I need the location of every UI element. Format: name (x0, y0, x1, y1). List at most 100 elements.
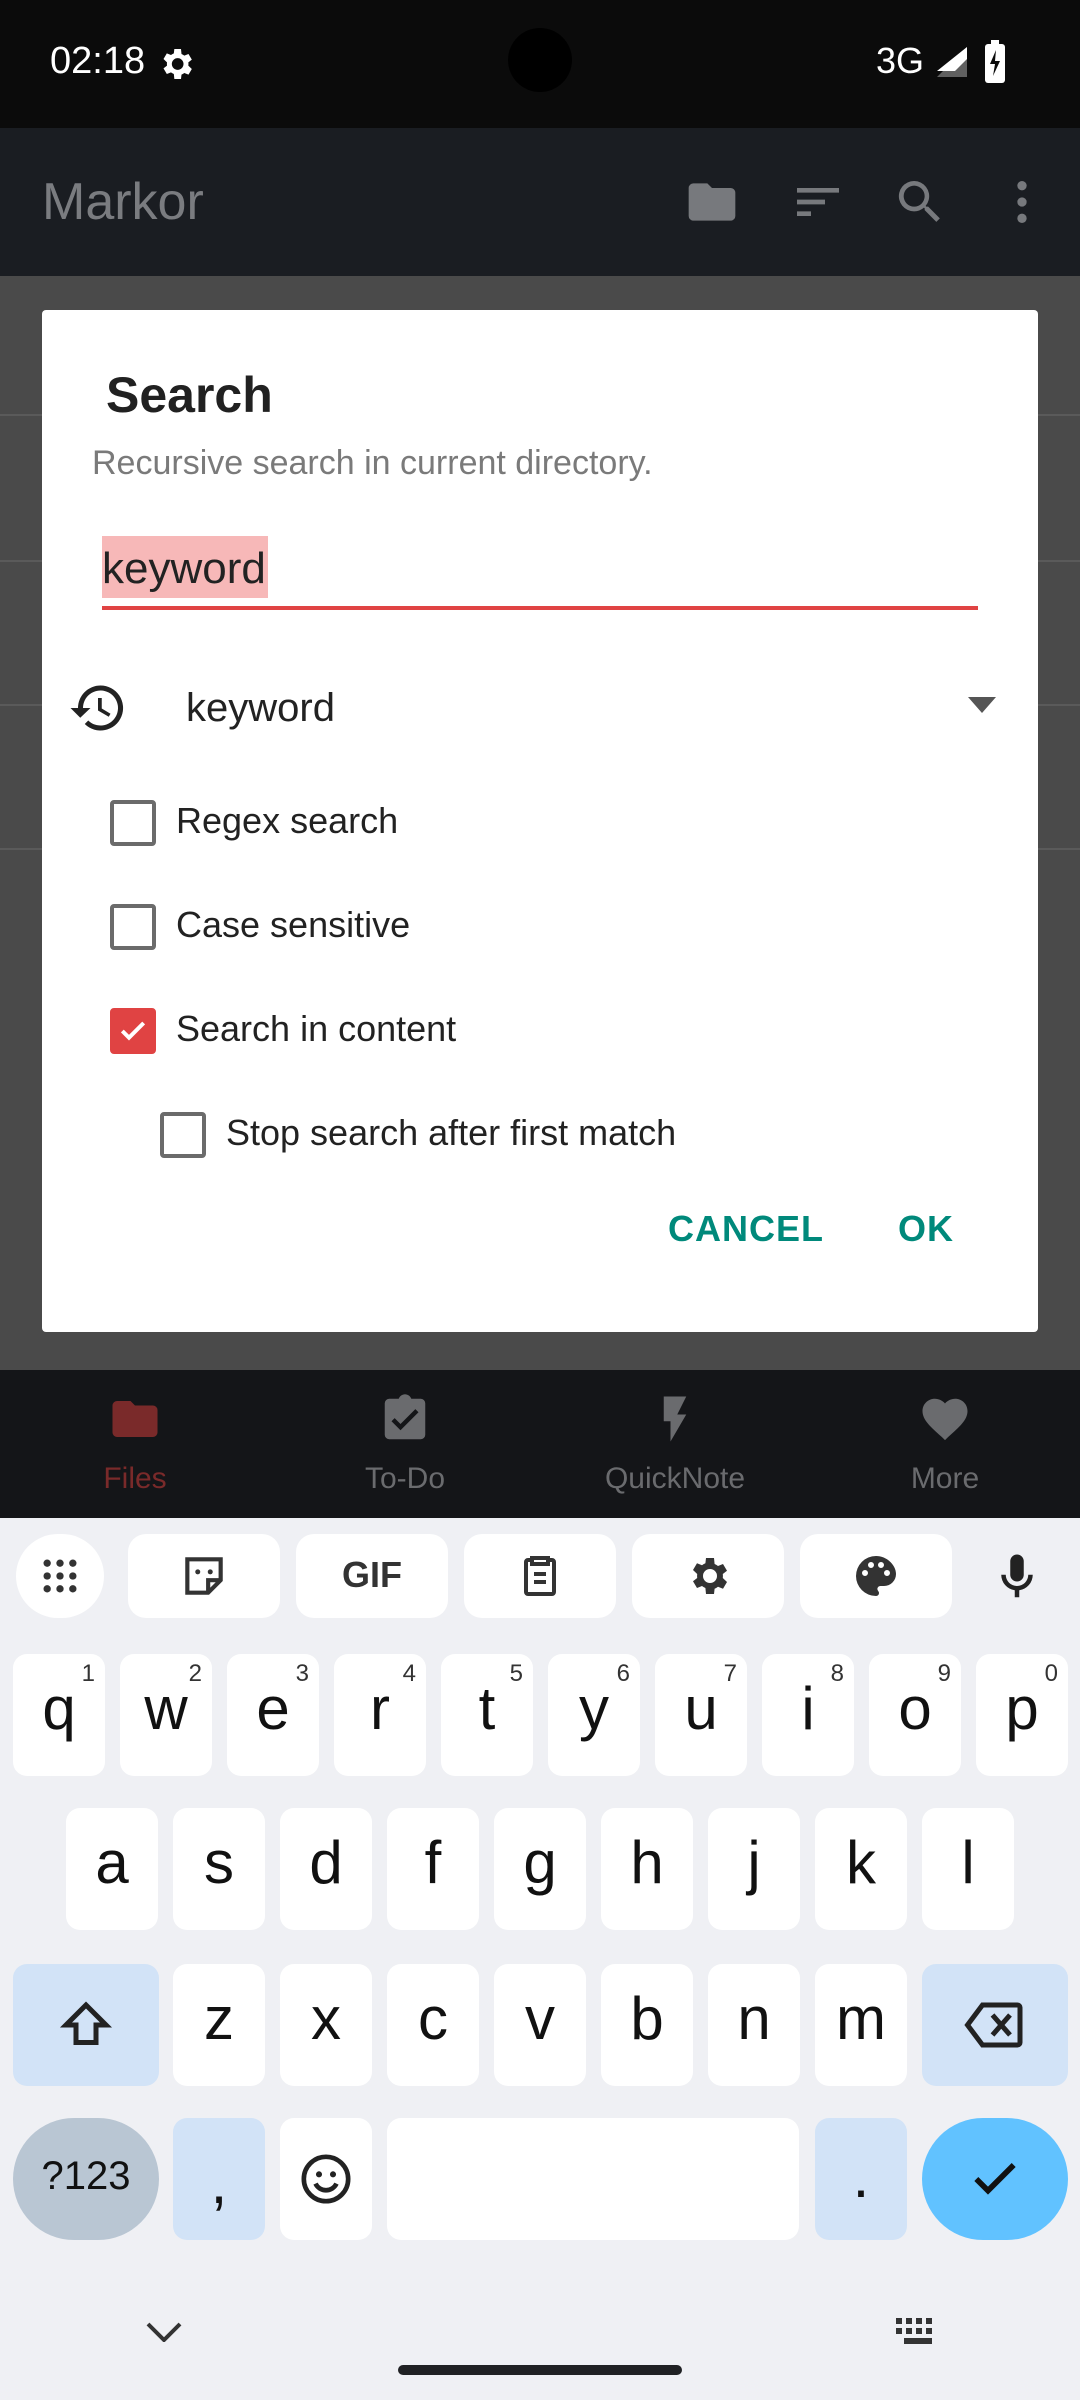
backspace-key[interactable] (922, 1964, 1068, 2086)
keyboard-apps-button[interactable] (16, 1534, 104, 1618)
key-char: n (737, 1985, 771, 2052)
clipboard-check-icon (384, 1394, 426, 1440)
space-key[interactable] (387, 2118, 799, 2240)
shift-key[interactable] (13, 1964, 159, 2086)
battery-charging-icon (985, 40, 1005, 83)
key-v[interactable]: v (494, 1964, 586, 2086)
ok-button[interactable]: OK (898, 1208, 954, 1250)
key-m[interactable]: m (815, 1964, 907, 2086)
status-bar: 02:18 3G (0, 0, 1080, 128)
nav-more[interactable]: More (810, 1370, 1080, 1518)
checkbox-box (110, 1008, 156, 1054)
key-char: . (852, 2143, 870, 2210)
key-d[interactable]: d (280, 1808, 372, 1930)
backspace-icon (964, 2002, 1023, 2048)
symbols-key[interactable]: ?123 (13, 2118, 159, 2240)
key-z[interactable]: z (173, 1964, 265, 2086)
key-w[interactable]: w2 (120, 1654, 212, 1776)
sort-icon[interactable] (790, 174, 846, 230)
key-o[interactable]: o9 (869, 1654, 961, 1776)
more-vert-icon[interactable] (994, 174, 1050, 230)
key-char: s (204, 1829, 234, 1896)
checkbox-label: Case sensitive (176, 904, 411, 945)
key-hint: 7 (723, 1660, 737, 1687)
checkbox-box (110, 800, 156, 846)
key-i[interactable]: i8 (762, 1654, 854, 1776)
keyboard-switch-icon[interactable] (896, 2318, 940, 2346)
key-p[interactable]: p0 (976, 1654, 1068, 1776)
search-icon[interactable] (892, 174, 948, 230)
stop-after-first-match-checkbox[interactable]: Stop search after first match (160, 1092, 780, 1176)
key-q[interactable]: q1 (13, 1654, 105, 1776)
key-t[interactable]: t5 (441, 1654, 533, 1776)
checkbox-label: Search in content (176, 1008, 457, 1049)
key-j[interactable]: j (708, 1808, 800, 1930)
camera-cutout (508, 28, 572, 92)
sticker-icon (185, 1557, 223, 1595)
key-char: c (418, 1985, 448, 2052)
key-x[interactable]: x (280, 1964, 372, 2086)
regex-search-checkbox[interactable]: Regex search (110, 780, 510, 864)
hide-keyboard-icon[interactable] (146, 2322, 182, 2342)
search-history-dropdown[interactable]: keyword (68, 666, 1018, 750)
search-dialog: Search Recursive search in current direc… (42, 310, 1038, 1332)
folder-icon[interactable] (684, 174, 740, 230)
key-e[interactable]: e3 (227, 1654, 319, 1776)
signal-icon (937, 47, 967, 77)
key-char: d (309, 1829, 343, 1896)
key-l[interactable]: l (922, 1808, 1014, 1930)
nav-label: QuickNote (604, 1462, 746, 1495)
nav-todo[interactable]: To-Do (270, 1370, 540, 1518)
comma-key[interactable]: , (173, 2118, 265, 2240)
palette-icon (856, 1556, 896, 1596)
checkbox-box (160, 1112, 206, 1158)
key-h[interactable]: h (601, 1808, 693, 1930)
enter-key[interactable] (922, 2118, 1068, 2240)
key-u[interactable]: u7 (655, 1654, 747, 1776)
key-y[interactable]: y6 (548, 1654, 640, 1776)
gif-label: GIF (342, 1554, 402, 1595)
cancel-button[interactable]: CANCEL (668, 1208, 824, 1250)
key-r[interactable]: r4 (334, 1654, 426, 1776)
key-hint: 3 (295, 1660, 309, 1687)
sticker-button[interactable] (128, 1534, 280, 1618)
nav-files[interactable]: Files (0, 1370, 270, 1518)
microphone-icon[interactable] (990, 1550, 1044, 1604)
checkbox-label: Stop search after first match (226, 1112, 677, 1153)
key-g[interactable]: g (494, 1808, 586, 1930)
key-char: b (630, 1985, 664, 2052)
nav-label: More (910, 1462, 980, 1495)
key-hint: 1 (81, 1660, 95, 1687)
case-sensitive-checkbox[interactable]: Case sensitive (110, 884, 510, 968)
key-c[interactable]: c (387, 1964, 479, 2086)
key-k[interactable]: k (815, 1808, 907, 1930)
key-char: a (95, 1829, 129, 1896)
gesture-home-bar[interactable] (398, 2365, 682, 2375)
theme-button[interactable] (800, 1534, 952, 1618)
key-a[interactable]: a (66, 1808, 158, 1930)
nav-quicknote[interactable]: QuickNote (540, 1370, 810, 1518)
dialog-title: Search (106, 367, 273, 423)
check-icon (120, 1021, 146, 1041)
key-char: , (210, 2149, 228, 2216)
search-in-content-checkbox[interactable]: Search in content (110, 988, 570, 1072)
keyboard-settings-button[interactable] (632, 1534, 784, 1618)
apps-grid-icon (43, 1559, 77, 1593)
lightning-icon (663, 1396, 687, 1442)
key-f[interactable]: f (387, 1808, 479, 1930)
key-hint: 5 (509, 1660, 523, 1687)
bottom-navigation: Files To-Do QuickNote More (0, 1370, 1080, 1518)
key-b[interactable]: b (601, 1964, 693, 2086)
key-hint: 8 (830, 1660, 844, 1687)
clipboard-button[interactable] (464, 1534, 616, 1618)
gif-button[interactable]: GIF (296, 1534, 448, 1618)
key-char: ?123 (41, 2154, 131, 2198)
emoji-key[interactable] (280, 2118, 372, 2240)
checkbox-label: Regex search (176, 800, 399, 841)
nav-label: To-Do (364, 1462, 446, 1495)
period-key[interactable]: . (815, 2118, 907, 2240)
key-s[interactable]: s (173, 1808, 265, 1930)
key-n[interactable]: n (708, 1964, 800, 2086)
search-input[interactable]: keyword (102, 532, 978, 610)
key-hint: 0 (1044, 1660, 1058, 1687)
